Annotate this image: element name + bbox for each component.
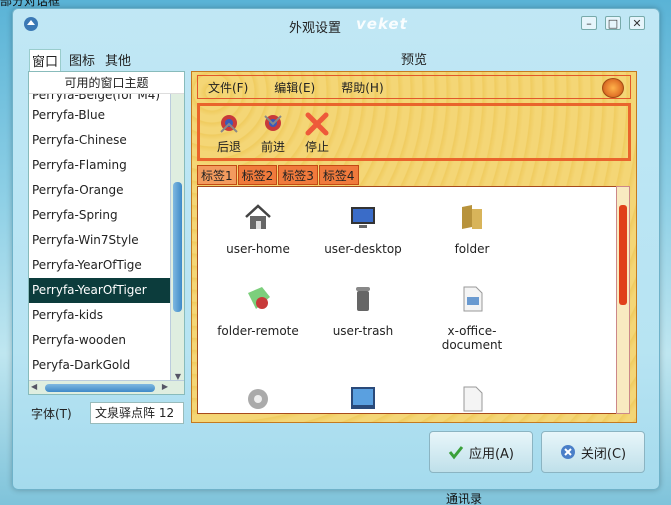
forward-icon <box>264 115 282 131</box>
document-icon <box>463 286 483 312</box>
preview-menu-help[interactable]: 帮助(H) <box>341 79 383 96</box>
icon-item[interactable]: folder <box>412 201 532 256</box>
theme-list-header: 可用的窗口主题 <box>29 72 184 94</box>
preview-menu-file[interactable]: 文件(F) <box>208 79 248 96</box>
icon-item[interactable]: user-home <box>198 201 318 256</box>
app-icon <box>24 17 38 31</box>
icon-item[interactable]: user-desktop <box>303 201 423 256</box>
gear-icon <box>248 389 268 409</box>
icon-label: user-desktop <box>324 242 402 256</box>
theme-list: Perryfa-Beige(for M4) Perryfa-Blue Perry… <box>29 94 171 382</box>
icon-item[interactable] <box>303 383 423 413</box>
theme-item-selected[interactable]: Perryfa-YearOfTiger <box>29 278 171 303</box>
image-icon <box>351 387 375 409</box>
back-icon <box>220 115 238 133</box>
close-button[interactable]: 关闭(C) <box>541 431 645 473</box>
theme-item[interactable]: Perryfa-Orange <box>29 178 171 203</box>
scroll-thumb[interactable] <box>173 182 182 312</box>
preview-forward-button[interactable]: 前进 <box>256 106 290 158</box>
icon-label: user-trash <box>332 324 394 338</box>
home-icon <box>245 204 271 229</box>
check-icon <box>448 446 464 460</box>
background-label: 通讯录 <box>446 492 483 505</box>
desktop-icon <box>351 207 375 228</box>
tab-icons[interactable]: 图标 <box>67 49 97 71</box>
theme-item[interactable]: Perryfa-YearOfTige <box>29 253 171 278</box>
folder-remote-icon <box>248 287 270 309</box>
icon-item[interactable] <box>198 383 318 413</box>
theme-item[interactable]: Perryfa-Blue <box>29 103 171 128</box>
preview-tab-1[interactable]: 标签1 <box>197 165 237 185</box>
close-label: 关闭(C) <box>580 446 627 462</box>
scroll-left-icon[interactable]: ◀ <box>31 382 37 391</box>
apply-label: 应用(A) <box>468 446 515 462</box>
preview-toolbar: 后退 前进 停止 <box>197 103 631 161</box>
preview-tabs: 标签1 标签2 标签3 标签4 <box>197 165 359 185</box>
trash-icon <box>356 287 370 311</box>
maximize-button[interactable]: □ <box>605 16 621 30</box>
preview-tab-2[interactable]: 标签2 <box>237 165 278 185</box>
scroll-right-icon[interactable]: ▶ <box>162 382 168 391</box>
icon-label: folder <box>454 242 490 256</box>
icon-label: folder-remote <box>217 324 299 338</box>
icon-item[interactable]: user-trash <box>303 283 423 338</box>
scroll-thumb[interactable] <box>45 384 155 392</box>
apply-button[interactable]: 应用(A) <box>429 431 533 473</box>
icon-label: user-home <box>226 242 290 256</box>
theme-item[interactable]: Perryfa-wooden <box>29 328 171 353</box>
theme-item[interactable]: Perryfa-Flaming <box>29 153 171 178</box>
font-select[interactable]: 文泉驿点阵 12 <box>90 402 184 424</box>
theme-item[interactable]: Perryfa-kids <box>29 303 171 328</box>
theme-list-panel: 可用的窗口主题 Perryfa-Beige(for M4) Perryfa-Bl… <box>28 71 185 395</box>
window-title: 外观设置 <box>289 21 342 36</box>
brand-logo: veket <box>356 15 408 33</box>
preview-back-button[interactable]: 后退 <box>212 106 246 158</box>
icon-item[interactable] <box>412 383 532 413</box>
preview-label: 预览 <box>401 53 428 68</box>
forward-label: 前进 <box>260 140 285 154</box>
tiger-logo-icon <box>602 78 624 98</box>
theme-item[interactable]: Peryfa-DarkGold <box>29 353 171 378</box>
preview-menu-edit[interactable]: 编辑(E) <box>274 79 315 96</box>
icon-label: x-office-document <box>441 324 503 352</box>
stop-icon <box>305 112 329 136</box>
theme-preview: 文件(F) 编辑(E) 帮助(H) 后退 前进 停止 标签1 标签2 标签3 标… <box>191 71 637 423</box>
theme-item[interactable]: Perryfa-Chinese <box>29 128 171 153</box>
back-label: 后退 <box>216 140 241 154</box>
preview-tab-3[interactable]: 标签3 <box>278 165 318 185</box>
icon-item[interactable]: x-office-document <box>412 283 532 352</box>
tab-window[interactable]: 窗口 <box>29 49 62 71</box>
theme-list-hscrollbar[interactable]: ◀ ▶ <box>29 380 184 394</box>
settings-tabs: 窗口 图标 其他 <box>29 49 133 71</box>
stop-label: 停止 <box>304 140 329 154</box>
preview-icon-view: user-home user-desktop folder folder-rem… <box>197 186 618 414</box>
theme-item[interactable]: Perryfa-Beige(for M4) <box>29 94 171 103</box>
theme-item[interactable]: Perryfa-Win7Style <box>29 228 171 253</box>
theme-list-vscrollbar[interactable]: ▼ <box>170 94 184 382</box>
icon-item[interactable]: folder-remote <box>198 283 318 338</box>
preview-stop-button[interactable]: 停止 <box>300 106 334 158</box>
preview-menubar: 文件(F) 编辑(E) 帮助(H) <box>197 75 631 99</box>
tab-other[interactable]: 其他 <box>103 49 133 71</box>
preview-tab-4[interactable]: 标签4 <box>318 165 359 185</box>
preview-vscrollbar[interactable] <box>616 186 630 414</box>
appearance-settings-window: 外观设置 veket – □ ✕ 窗口 图标 其他 预览 可用的窗口主题 Per… <box>12 8 660 490</box>
titlebar[interactable]: 外观设置 veket – □ ✕ <box>13 9 659 39</box>
text-file-icon <box>463 386 483 412</box>
minimize-button[interactable]: – <box>581 16 597 30</box>
scroll-thumb[interactable] <box>619 205 627 305</box>
close-icon <box>560 445 575 459</box>
folder-icon <box>462 205 482 229</box>
theme-item[interactable]: Perryfa-Spring <box>29 203 171 228</box>
font-label: 字体(T) <box>31 407 72 421</box>
close-window-button[interactable]: ✕ <box>629 16 645 30</box>
